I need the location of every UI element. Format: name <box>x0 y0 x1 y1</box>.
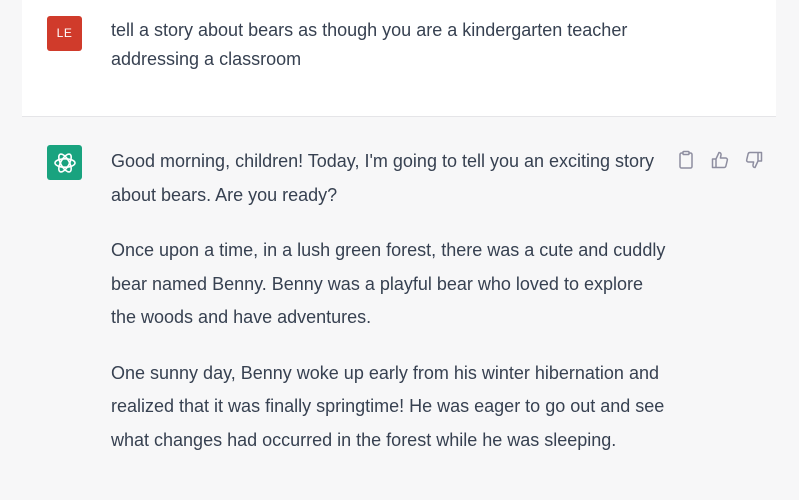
copy-button[interactable] <box>676 150 696 170</box>
assistant-paragraph: Good morning, children! Today, I'm going… <box>111 151 655 205</box>
chat-page: LE tell a story about bears as though yo… <box>0 0 799 500</box>
openai-logo-icon <box>53 152 76 173</box>
user-avatar: LE <box>47 16 82 51</box>
assistant-message-row: Good morning, children! Today, I'm going… <box>0 117 799 500</box>
thumbs-down-button[interactable] <box>744 150 764 170</box>
thumbs-up-icon <box>711 151 729 169</box>
copy-icon <box>679 150 693 169</box>
message-actions <box>676 150 764 170</box>
assistant-paragraph: One sunny day, Benny woke up early from … <box>111 362 665 450</box>
thumbs-up-button[interactable] <box>710 150 730 170</box>
user-message-text: tell a story about bears as though you a… <box>111 20 628 69</box>
assistant-avatar <box>47 145 82 180</box>
user-message-row: LE tell a story about bears as though yo… <box>22 0 776 117</box>
assistant-paragraph: Once upon a time, in a lush green forest… <box>111 240 666 327</box>
assistant-message-text: Good morning, children! Today, I'm going… <box>111 145 671 479</box>
thumbs-down-icon <box>745 151 763 169</box>
